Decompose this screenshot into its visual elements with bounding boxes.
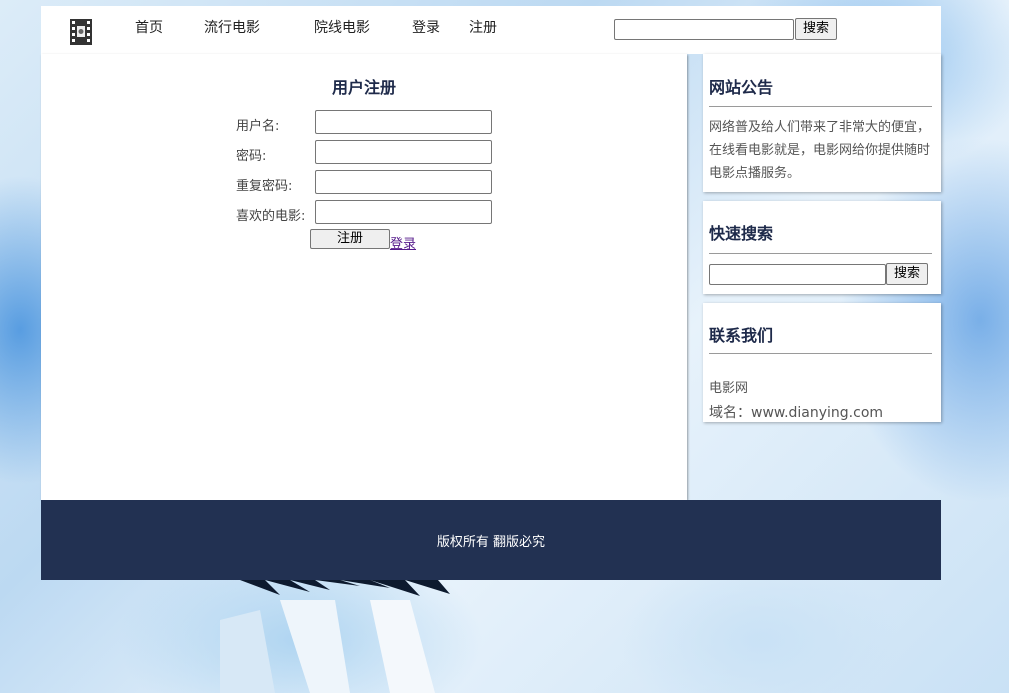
nav-popular-movies[interactable]: 流行电影	[204, 19, 260, 37]
header-search-button[interactable]: 搜索	[795, 18, 837, 40]
contact-box: 联系我们 电影网 域名：www.dianying.com	[703, 303, 941, 422]
notice-text: 网络普及给人们带来了非常大的便宜，在线看电影就是，电影网给你提供随时电影点播服务…	[709, 120, 931, 181]
nav-register[interactable]: 注册	[469, 19, 497, 37]
film-icon[interactable]	[70, 19, 92, 45]
password-field[interactable]	[315, 140, 492, 164]
register-form-title: 用户注册	[331, 78, 396, 97]
header-search-input[interactable]	[614, 19, 794, 40]
contact-domain: 域名：www.dianying.com	[709, 405, 884, 421]
nav-login[interactable]: 登录	[412, 19, 440, 37]
contact-site-name: 电影网	[709, 381, 749, 396]
quick-search-input[interactable]	[709, 264, 886, 285]
quick-search-title: 快速搜索	[709, 224, 774, 243]
favorite-movie-label: 喜欢的电影:	[236, 209, 306, 224]
repeat-password-label: 重复密码:	[236, 179, 293, 194]
register-submit-button[interactable]: 注册	[310, 229, 390, 249]
contact-title: 联系我们	[709, 326, 774, 345]
contact-divider	[709, 353, 932, 354]
top-header: 首页 流行电影 院线电影 登录 注册 搜索	[41, 6, 941, 54]
login-link[interactable]: 登录	[390, 233, 416, 252]
quick-search-box: 快速搜索 搜索	[703, 201, 941, 294]
notice-box: 网站公告 网络普及给人们带来了非常大的便宜，在线看电影就是，电影网给你提供随时电…	[703, 54, 941, 192]
password-label: 密码:	[236, 149, 267, 164]
page-footer: 版权所有 翻版必究	[41, 500, 941, 580]
repeat-password-field[interactable]	[315, 170, 492, 194]
notice-divider	[709, 106, 932, 107]
nav-cinema-movies[interactable]: 院线电影	[314, 19, 370, 37]
nav-home[interactable]: 首页	[135, 19, 163, 37]
username-field[interactable]	[315, 110, 492, 134]
register-panel: 用户注册 用户名: 密码: 重复密码: 喜欢的电影: 注册 登录	[41, 54, 687, 500]
username-label: 用户名:	[236, 119, 280, 134]
quick-search-button[interactable]: 搜索	[886, 263, 928, 285]
quick-search-divider	[709, 253, 932, 254]
notice-title: 网站公告	[709, 78, 774, 97]
favorite-movie-field[interactable]	[315, 200, 492, 224]
copyright-text: 版权所有 翻版必究	[436, 535, 546, 550]
